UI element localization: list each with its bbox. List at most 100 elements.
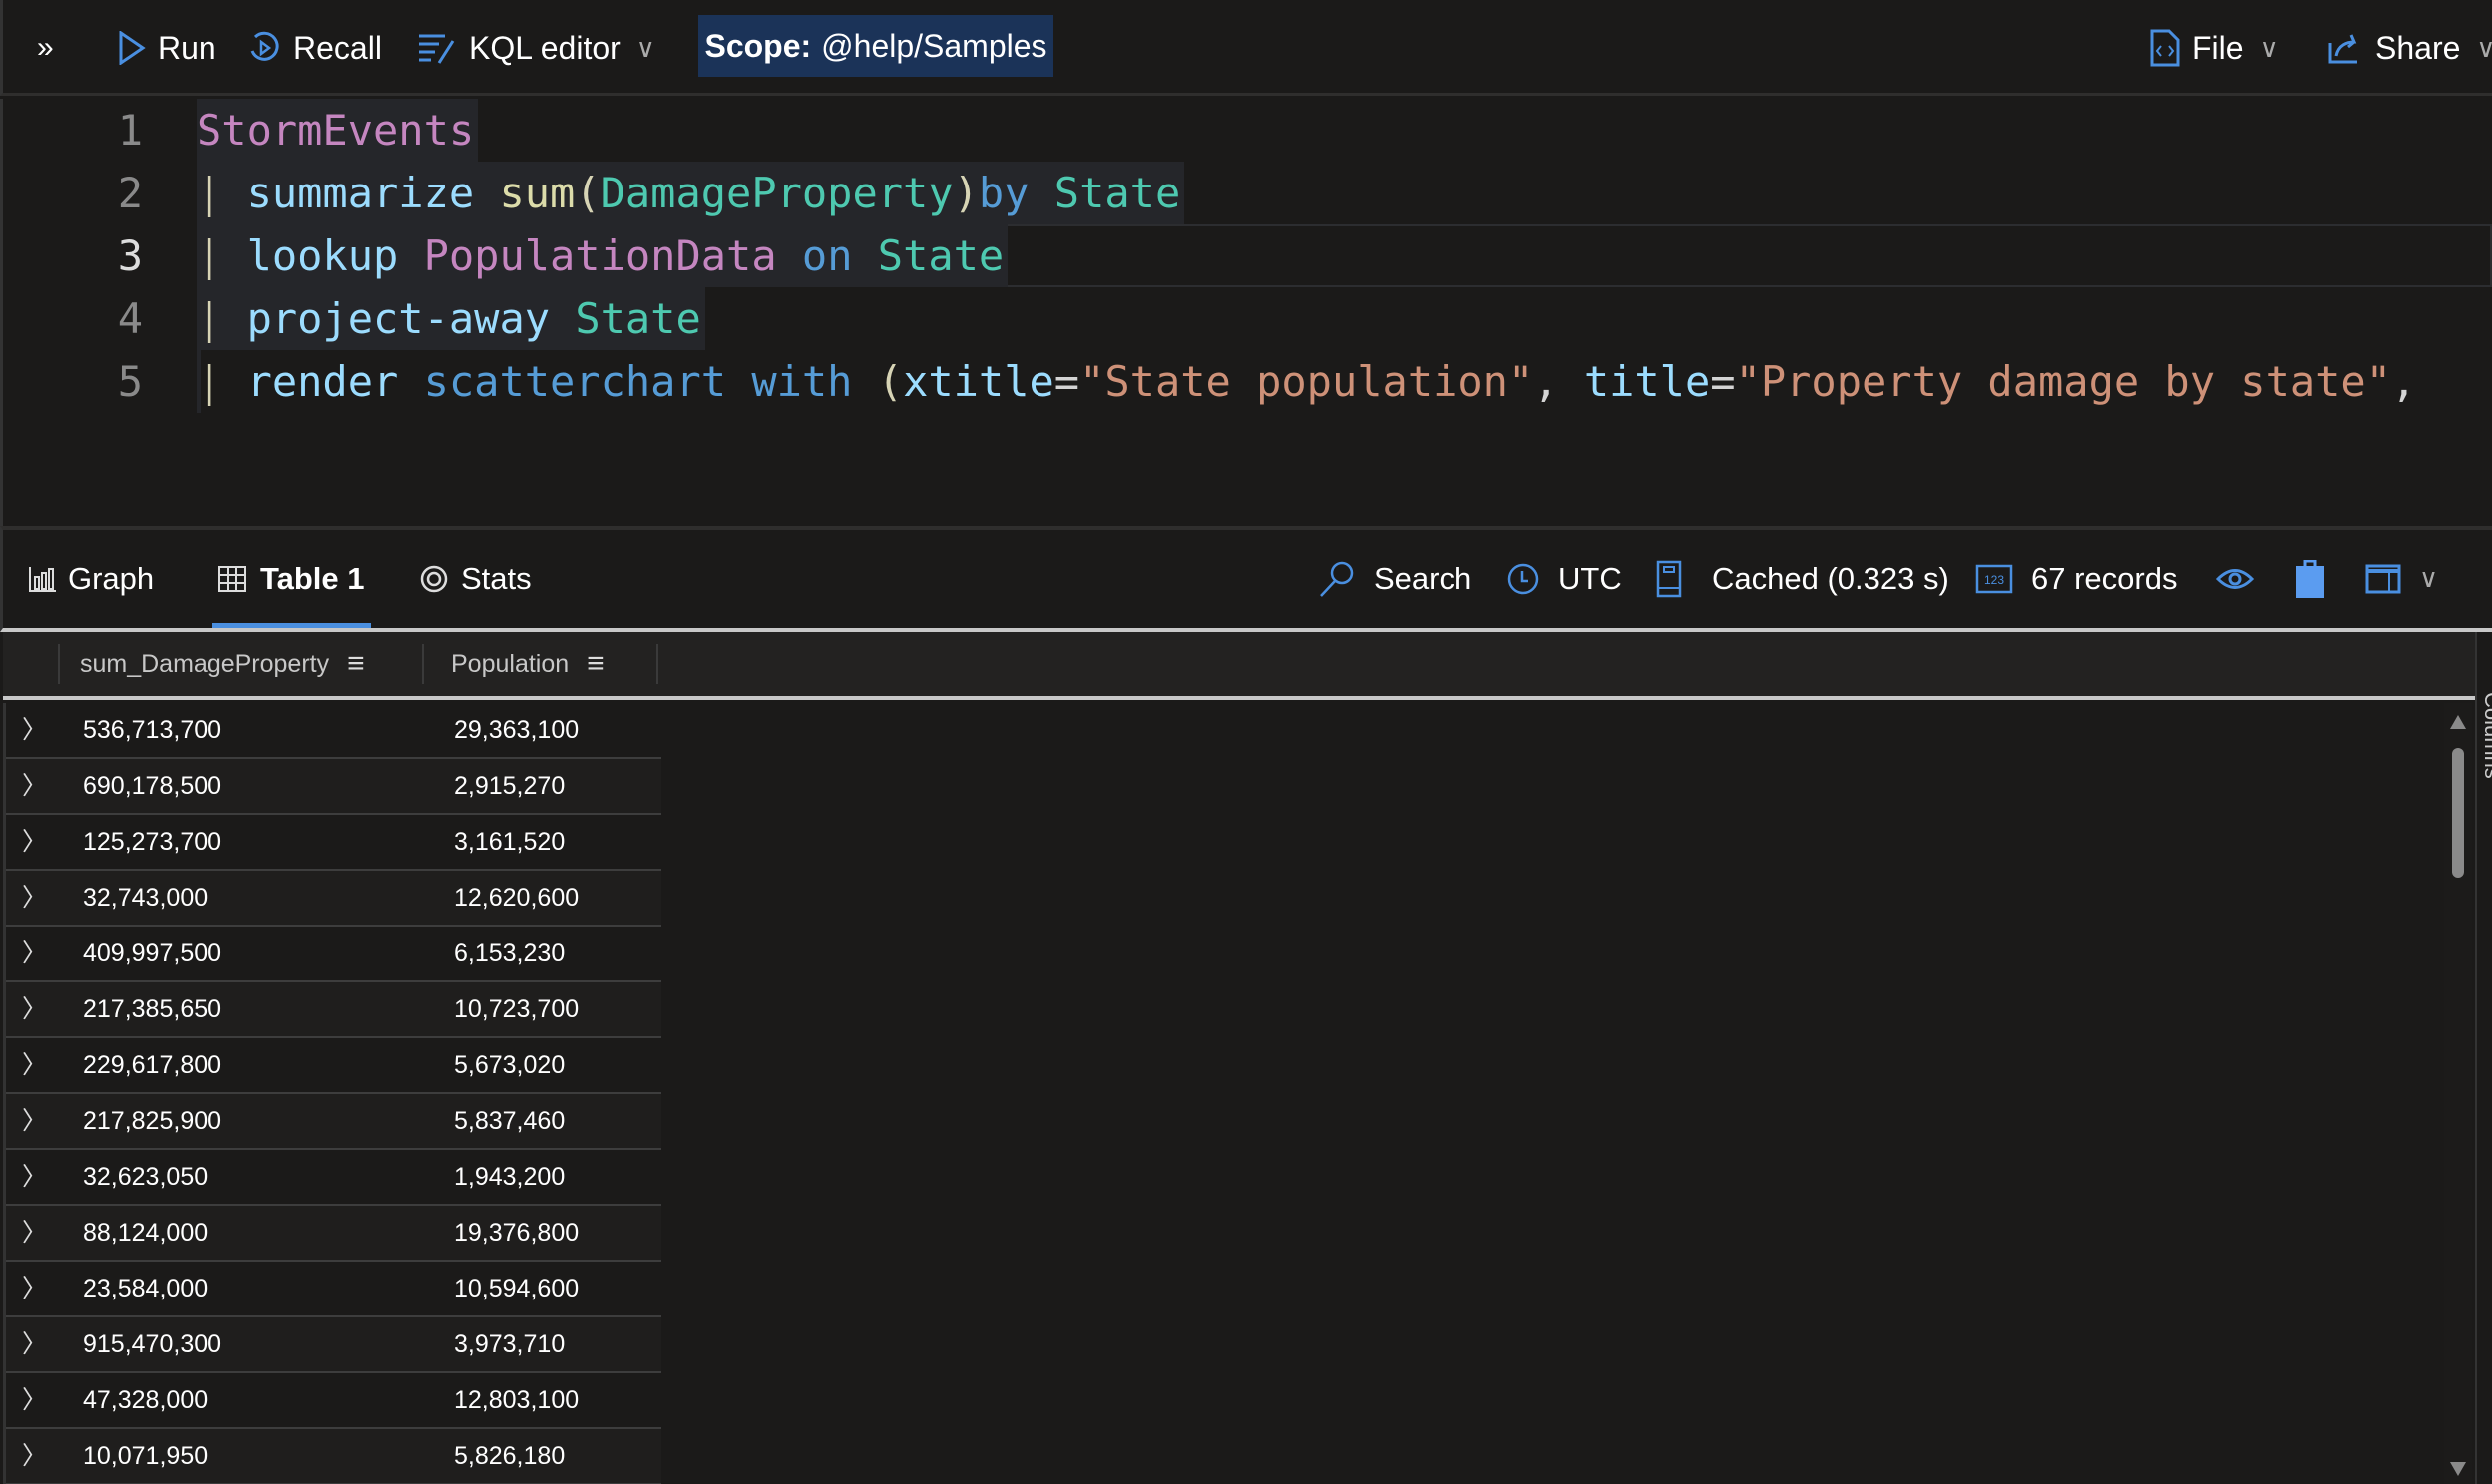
cell-population: 29,363,100 — [454, 716, 580, 744]
line-number: 1 — [117, 106, 143, 155]
preview-toggle[interactable] — [2216, 530, 2272, 628]
run-button[interactable]: Run — [118, 0, 216, 96]
timezone-button[interactable]: UTC — [1506, 530, 1622, 628]
token: = — [1053, 357, 1080, 406]
token: scatterchart — [423, 357, 727, 406]
scroll-up-arrow[interactable] — [2450, 715, 2466, 729]
token: with — [751, 357, 853, 406]
table-header: sum_DamageProperty ≡ Population ≡ — [3, 632, 2475, 700]
vertical-scrollbar[interactable] — [2444, 703, 2472, 1484]
token: summarize — [246, 169, 475, 217]
search-icon — [1320, 561, 1354, 597]
table-row[interactable]: 〉 217,825,900 5,837,460 — [6, 1094, 661, 1150]
table-row[interactable]: 〉 32,623,050 1,943,200 — [6, 1150, 661, 1206]
collapse-panel-button[interactable]: » — [37, 0, 54, 96]
table-row[interactable]: 〉 217,385,650 10,723,700 — [6, 982, 661, 1038]
query-editor[interactable]: 1 StormEvents 2 | summarize sum(DamagePr… — [0, 99, 2492, 526]
expand-row-chevron-icon[interactable]: 〉 — [22, 759, 47, 813]
table-icon — [218, 565, 246, 592]
expand-row-chevron-icon[interactable]: 〉 — [22, 1038, 47, 1092]
token: = — [1710, 357, 1736, 406]
file-menu[interactable]: File ∨ — [2150, 0, 2279, 96]
table-row[interactable]: 〉 32,743,000 12,620,600 — [6, 871, 661, 927]
code-line-current: 3 | lookup PopulationData on State — [3, 224, 2492, 287]
line-number: 5 — [117, 357, 143, 406]
expand-row-chevron-icon[interactable]: 〉 — [22, 815, 47, 869]
play-icon — [119, 31, 146, 65]
expand-row-chevron-icon[interactable]: 〉 — [22, 1206, 47, 1260]
chevron-down-icon: ∨ — [635, 32, 655, 63]
scope-button[interactable]: Scope: @help/Samples — [698, 15, 1053, 77]
table-row[interactable]: 〉 536,713,700 29,363,100 — [6, 703, 661, 759]
cell-population: 12,803,100 — [454, 1386, 580, 1414]
expand-row-chevron-icon[interactable]: 〉 — [22, 1150, 47, 1204]
expand-row-chevron-icon[interactable]: 〉 — [22, 1262, 47, 1315]
share-label: Share — [2375, 29, 2461, 66]
cache-status[interactable]: Cached (0.323 s) — [1656, 530, 1949, 628]
chevron-down-icon: ∨ — [2419, 563, 2439, 593]
expand-row-chevron-icon[interactable]: 〉 — [22, 1317, 47, 1371]
column-menu-icon[interactable]: ≡ — [347, 647, 365, 681]
chevron-down-icon: ∨ — [2259, 32, 2279, 63]
columns-side-panel-tab[interactable]: Columns — [2475, 632, 2492, 1484]
recall-icon — [250, 31, 279, 61]
table-row[interactable]: 〉 915,470,300 3,973,710 — [6, 1317, 661, 1373]
record-count: 123 67 records — [1975, 530, 2177, 628]
expand-row-chevron-icon[interactable]: 〉 — [22, 927, 47, 980]
column-title: Population — [451, 649, 570, 678]
tab-table-1[interactable]: Table 1 — [212, 530, 371, 628]
cell-population: 5,826,180 — [454, 1442, 566, 1470]
expand-row-chevron-icon[interactable]: 〉 — [22, 982, 47, 1036]
tab-stats[interactable]: Stats — [419, 530, 532, 628]
number-icon: 123 — [1975, 564, 2013, 593]
expand-row-chevron-icon[interactable]: 〉 — [22, 1429, 47, 1483]
table-row[interactable]: 〉 690,178,500 2,915,270 — [6, 759, 661, 815]
expand-row-chevron-icon[interactable]: 〉 — [22, 871, 47, 925]
cell-sum-damageproperty: 409,997,500 — [83, 939, 222, 967]
share-menu[interactable]: Share ∨ — [2327, 0, 2492, 96]
column-header-population[interactable]: Population ≡ — [451, 632, 605, 696]
kql-editor-label: KQL editor — [469, 29, 621, 66]
table-row[interactable]: 〉 47,328,000 12,803,100 — [6, 1373, 661, 1429]
token: State — [877, 231, 1005, 280]
main-toolbar: » Run Recall KQL editor ∨ Scope: @help/Sam… — [0, 0, 2492, 96]
table-row[interactable]: 〉 229,617,800 5,673,020 — [6, 1038, 661, 1094]
scrollbar-thumb[interactable] — [2452, 748, 2464, 878]
side-panel-label: Columns — [2480, 692, 2492, 779]
cell-sum-damageproperty: 32,623,050 — [83, 1163, 208, 1191]
search-button[interactable]: Search — [1318, 530, 1471, 628]
cached-label: Cached (0.323 s) — [1712, 560, 1949, 596]
table-row[interactable]: 〉 125,273,700 3,161,520 — [6, 815, 661, 871]
scroll-down-arrow[interactable] — [2450, 1462, 2466, 1476]
token: "Property damage by state" — [1735, 357, 2392, 406]
scope-value: @help/Samples — [821, 27, 1047, 64]
double-chevron-icon: » — [37, 31, 54, 64]
token: ( — [575, 169, 601, 217]
cell-population: 3,973,710 — [454, 1330, 566, 1358]
table-row[interactable]: 〉 10,071,950 5,826,180 — [6, 1429, 661, 1484]
kql-editor-dropdown[interactable]: KQL editor ∨ — [417, 0, 655, 96]
cell-sum-damageproperty: 690,178,500 — [83, 772, 222, 800]
layout-dropdown[interactable]: ∨ — [2365, 530, 2438, 628]
chevron-down-icon: ∨ — [2476, 32, 2492, 63]
cell-sum-damageproperty: 10,071,950 — [83, 1442, 208, 1470]
expand-row-chevron-icon[interactable]: 〉 — [22, 703, 47, 757]
cell-population: 3,161,520 — [454, 828, 566, 856]
recall-button[interactable]: Recall — [247, 0, 382, 96]
token: State — [575, 294, 701, 343]
table-row[interactable]: 〉 23,584,000 10,594,600 — [6, 1262, 661, 1317]
cell-population: 6,153,230 — [454, 939, 566, 967]
column-header-sum-damageproperty[interactable]: sum_DamageProperty ≡ — [80, 632, 365, 696]
expand-row-chevron-icon[interactable]: 〉 — [22, 1094, 47, 1148]
table-row[interactable]: 〉 409,997,500 6,153,230 — [6, 927, 661, 982]
copy-button[interactable] — [2295, 530, 2343, 628]
expand-row-chevron-icon[interactable]: 〉 — [22, 1373, 47, 1427]
column-menu-icon[interactable]: ≡ — [587, 647, 605, 681]
tab-graph[interactable]: Graph — [28, 530, 154, 628]
run-label: Run — [158, 29, 216, 66]
cell-population: 2,915,270 — [454, 772, 566, 800]
cell-sum-damageproperty: 915,470,300 — [83, 1330, 222, 1358]
cell-sum-damageproperty: 217,385,650 — [83, 995, 222, 1023]
table-row[interactable]: 〉 88,124,000 19,376,800 — [6, 1206, 661, 1262]
tab-label: Stats — [461, 560, 532, 596]
